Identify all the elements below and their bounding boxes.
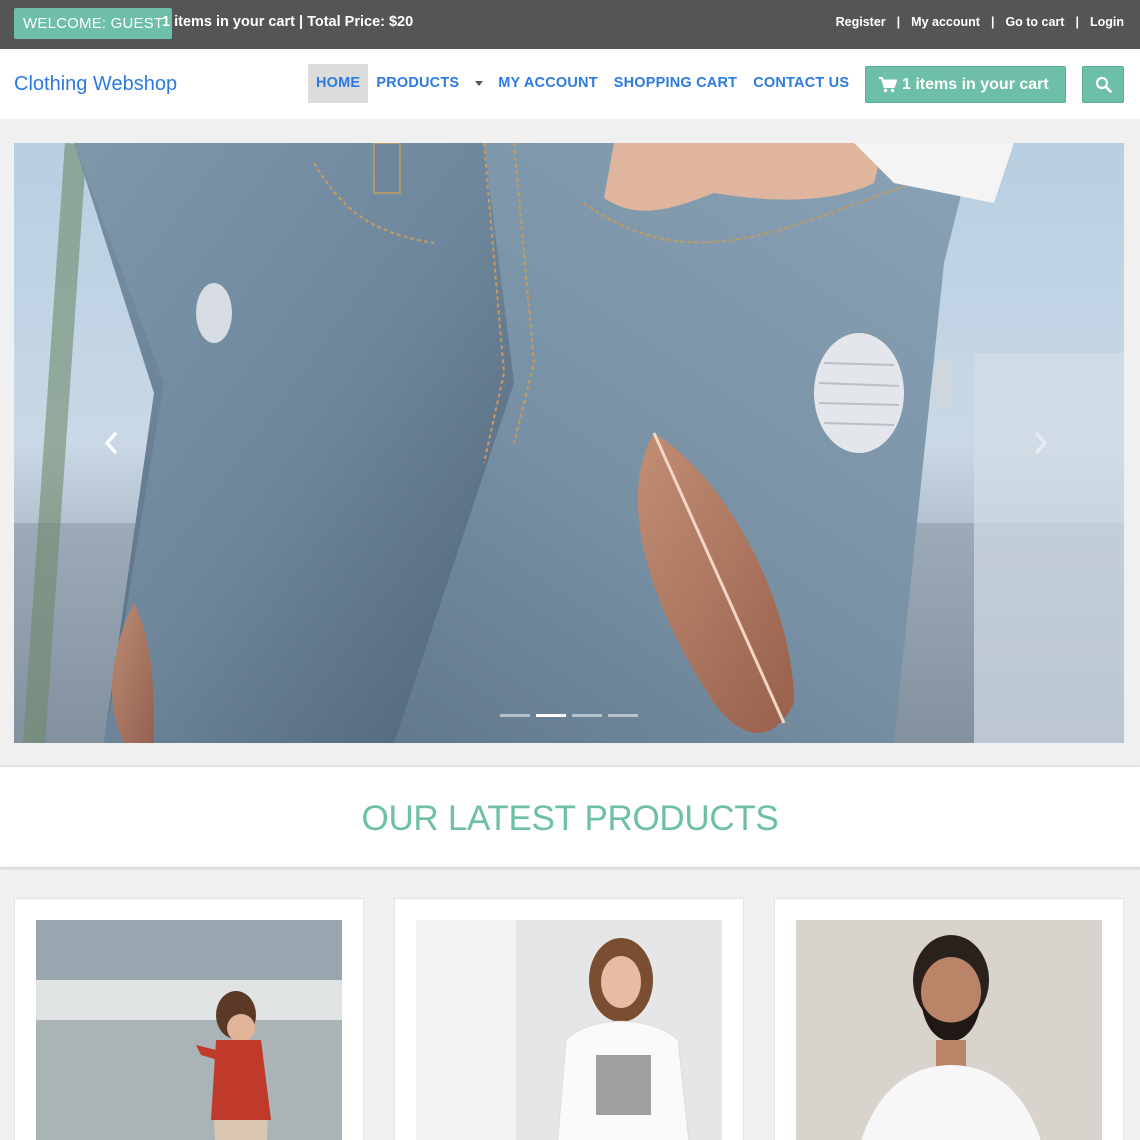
main-navbar: Clothing Webshop HOME PRODUCTS MY ACCOUN… bbox=[0, 49, 1140, 119]
welcome-badge: WELCOME: GUEST bbox=[14, 8, 173, 39]
nav-item-home[interactable]: HOME bbox=[308, 64, 369, 103]
my-account-link[interactable]: My account bbox=[911, 15, 980, 29]
chevron-right-icon bbox=[1035, 432, 1047, 454]
login-link[interactable]: Login bbox=[1090, 15, 1124, 29]
carousel-next-button[interactable] bbox=[1029, 429, 1053, 457]
cart-button-label: 1 items in your cart bbox=[902, 75, 1049, 93]
woman-tshirt-photo bbox=[416, 920, 722, 1140]
cart-summary: 1 items in your cart | Total Price: $20 bbox=[162, 14, 414, 30]
nav-item-products[interactable]: PRODUCTS bbox=[368, 64, 459, 103]
link-separator: | bbox=[990, 15, 995, 29]
section-title: OUR LATEST PRODUCTS bbox=[361, 799, 779, 838]
search-icon bbox=[1095, 76, 1112, 93]
carousel-indicator-active[interactable] bbox=[536, 714, 566, 717]
link-separator: | bbox=[896, 15, 901, 29]
hero-jeans-image bbox=[14, 143, 1124, 743]
hero-carousel[interactable] bbox=[14, 143, 1124, 743]
carousel-indicator[interactable] bbox=[572, 714, 602, 717]
register-link[interactable]: Register bbox=[836, 15, 886, 29]
link-separator: | bbox=[1075, 15, 1079, 29]
carousel-indicator[interactable] bbox=[608, 714, 638, 717]
product-card[interactable] bbox=[394, 898, 744, 1140]
man-white-tshirt-photo bbox=[796, 920, 1102, 1140]
product-card[interactable] bbox=[14, 898, 364, 1140]
go-to-cart-link[interactable]: Go to cart bbox=[1005, 15, 1064, 29]
account-links: Register | My account | Go to cart | Log… bbox=[836, 15, 1124, 29]
cart-button[interactable]: 1 items in your cart bbox=[865, 66, 1066, 103]
child-beach-photo bbox=[36, 920, 342, 1140]
nav-item-shopping-cart[interactable]: SHOPPING CART bbox=[614, 64, 737, 103]
search-button[interactable] bbox=[1082, 66, 1124, 103]
top-bar: WELCOME: GUEST 1 items in your cart | To… bbox=[0, 0, 1140, 49]
product-image[interactable] bbox=[36, 920, 342, 1140]
nav-item-my-account[interactable]: MY ACCOUNT bbox=[498, 64, 597, 103]
main-menu: HOME PRODUCTS MY ACCOUNT SHOPPING CART C… bbox=[308, 64, 849, 103]
latest-products-header: OUR LATEST PRODUCTS bbox=[0, 767, 1140, 867]
chevron-down-icon[interactable] bbox=[475, 64, 484, 103]
nav-item-contact-us[interactable]: CONTACT US bbox=[753, 64, 849, 103]
carousel-prev-button[interactable] bbox=[99, 429, 123, 457]
product-card[interactable] bbox=[774, 898, 1124, 1140]
product-image[interactable] bbox=[416, 920, 722, 1140]
carousel-indicators bbox=[500, 714, 644, 717]
shopping-cart-icon bbox=[879, 76, 897, 92]
carousel-indicator[interactable] bbox=[500, 714, 530, 717]
product-image[interactable] bbox=[796, 920, 1102, 1140]
chevron-left-icon bbox=[105, 432, 117, 454]
brand-logo[interactable]: Clothing Webshop bbox=[14, 73, 177, 96]
